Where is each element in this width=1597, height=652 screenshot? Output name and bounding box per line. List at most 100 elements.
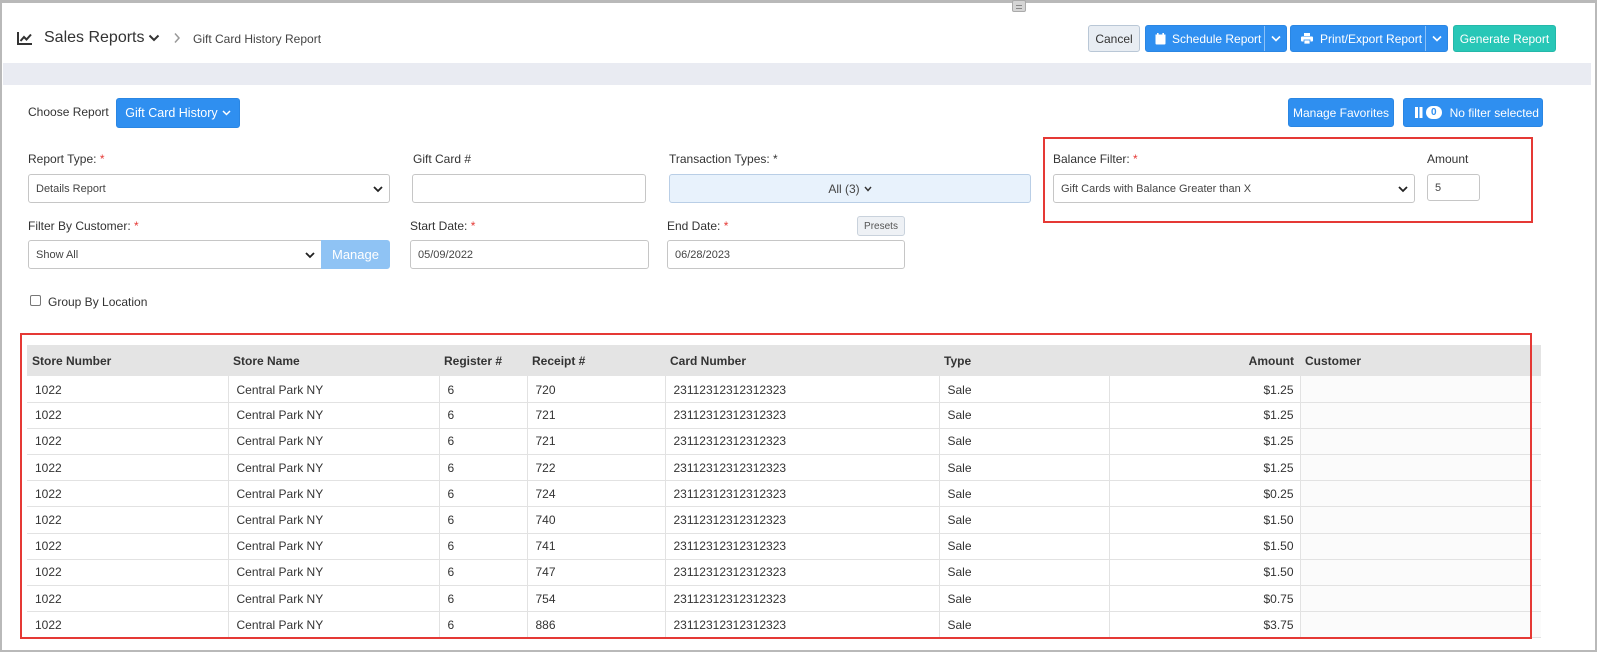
- table-cell: 6: [439, 402, 528, 429]
- table-cell: 1022: [27, 454, 229, 482]
- table-cell: 754: [527, 585, 666, 613]
- table-cell: 747: [527, 559, 666, 587]
- table-cell: Sale: [939, 506, 1110, 534]
- schedule-dropdown-caret-icon[interactable]: [1264, 26, 1286, 51]
- required-mark: *: [723, 219, 729, 233]
- table-cell: 23112312312312323: [665, 506, 940, 534]
- column-header[interactable]: Receipt #: [527, 345, 665, 376]
- manage-customer-button[interactable]: Manage: [321, 240, 390, 269]
- resize-grip-icon[interactable]: [1012, 0, 1026, 12]
- end-date-value: 06/28/2023: [675, 248, 731, 261]
- start-date-input[interactable]: 05/09/2022: [410, 240, 649, 269]
- choose-report-dropdown[interactable]: Gift Card History: [116, 98, 240, 128]
- table-cell: 6: [439, 376, 528, 403]
- filter-status-button[interactable]: 0 No filter selected: [1403, 98, 1543, 127]
- table-cell: 740: [527, 506, 666, 534]
- table-cell: 6: [439, 585, 528, 613]
- table-cell: Central Park NY: [228, 454, 440, 482]
- filter-customer-value: Show All: [36, 248, 79, 261]
- gift-card-input[interactable]: [412, 174, 646, 203]
- report-type-select[interactable]: Details Report: [28, 174, 390, 203]
- report-type-value: Details Report: [36, 182, 106, 195]
- customer-cell-redacted: [1300, 559, 1541, 587]
- table-cell: Central Park NY: [228, 402, 440, 429]
- group-by-location-label[interactable]: Group By Location: [48, 295, 147, 309]
- table-row[interactable]: 1022 Central Park NY 6 740 23112312312312323…: [27, 506, 1541, 534]
- required-mark: *: [134, 219, 139, 233]
- manage-label: Manage: [332, 247, 379, 262]
- table-cell: Central Park NY: [228, 559, 440, 587]
- manage-favorites-button[interactable]: Manage Favorites: [1288, 98, 1394, 127]
- table-cell: 721: [527, 428, 666, 456]
- amount-input[interactable]: 5: [1427, 174, 1480, 201]
- table-row[interactable]: 1022 Central Park NY 6 747 23112312312312323…: [27, 559, 1541, 587]
- table-cell: $1.25: [1109, 402, 1301, 429]
- table-cell: 1022: [27, 480, 229, 508]
- gift-card-label: Gift Card #: [413, 152, 472, 166]
- filter-icon: [1415, 107, 1423, 118]
- chevron-down-icon: [1398, 186, 1408, 193]
- table-cell: Central Park NY: [228, 611, 440, 639]
- schedule-report-button[interactable]: Schedule Report: [1145, 25, 1287, 52]
- filter-customer-select[interactable]: Show All: [28, 240, 322, 269]
- table-cell: $1.25: [1109, 376, 1301, 403]
- column-header[interactable]: Customer: [1300, 345, 1541, 376]
- group-by-location-checkbox[interactable]: [30, 295, 41, 306]
- table-cell: 6: [439, 480, 528, 508]
- chevron-right-icon: [174, 33, 181, 43]
- table-row[interactable]: 1022 Central Park NY 6 722 23112312312312323…: [27, 454, 1541, 482]
- customer-cell-redacted: [1300, 611, 1541, 639]
- table-cell: 6: [439, 533, 528, 560]
- table-cell: 886: [527, 611, 666, 639]
- table-cell: Sale: [939, 533, 1110, 560]
- table-cell: 23112312312312323: [665, 428, 940, 456]
- chevron-down-icon[interactable]: [148, 33, 160, 43]
- table-cell: Central Park NY: [228, 585, 440, 613]
- table-cell: 1022: [27, 428, 229, 456]
- breadcrumb: Gift Card History Report: [193, 32, 322, 46]
- table-header-row: Store Number Store Name Register # Recei…: [27, 345, 1541, 376]
- cancel-button[interactable]: Cancel: [1088, 25, 1140, 52]
- report-type-label: Report Type: *: [28, 152, 105, 166]
- table-cell: 1022: [27, 506, 229, 534]
- transaction-types-dropdown[interactable]: All (3): [669, 174, 1031, 203]
- table-row[interactable]: 1022 Central Park NY 6 724 23112312312312323…: [27, 480, 1541, 508]
- app-title[interactable]: Sales Reports: [44, 29, 145, 47]
- table-cell: Sale: [939, 585, 1110, 613]
- report-type-text: Report Type:: [28, 152, 97, 166]
- end-date-input[interactable]: 06/28/2023: [667, 240, 905, 269]
- table-row[interactable]: 1022 Central Park NY 6 721 23112312312312323…: [27, 428, 1541, 456]
- table-cell: 23112312312312323: [665, 454, 940, 482]
- column-header[interactable]: Amount: [1109, 345, 1300, 376]
- start-date-label: Start Date: *: [410, 219, 475, 233]
- balance-filter-select[interactable]: Gift Cards with Balance Greater than X: [1053, 174, 1415, 203]
- table-cell: 724: [527, 480, 666, 508]
- customer-cell-redacted: [1300, 585, 1541, 613]
- results-table: Store Number Store Name Register # Recei…: [27, 345, 1541, 639]
- end-date-label: End Date: *: [667, 219, 728, 233]
- print-dropdown-caret-icon[interactable]: [1425, 26, 1447, 51]
- table-row[interactable]: 1022 Central Park NY 6 721 23112312312312323…: [27, 402, 1541, 429]
- column-header[interactable]: Card Number: [665, 345, 939, 376]
- print-export-button[interactable]: Print/Export Report: [1290, 25, 1448, 52]
- table-cell: 741: [527, 533, 666, 560]
- column-header[interactable]: Store Name: [228, 345, 439, 376]
- generate-report-button[interactable]: Generate Report: [1453, 25, 1556, 52]
- table-cell: $1.25: [1109, 454, 1301, 482]
- column-header[interactable]: Register #: [439, 345, 527, 376]
- column-header[interactable]: Store Number: [27, 345, 228, 376]
- table-cell: 6: [439, 506, 528, 534]
- table-cell: 720: [527, 376, 666, 403]
- chevron-down-icon: [222, 110, 231, 116]
- presets-button[interactable]: Presets: [857, 216, 905, 236]
- chevron-down-icon: [305, 252, 315, 259]
- table-row[interactable]: 1022 Central Park NY 6 886 23112312312312323…: [27, 611, 1541, 639]
- table-row[interactable]: 1022 Central Park NY 6 720 23112312312312323…: [27, 376, 1541, 403]
- table-cell: 23112312312312323: [665, 559, 940, 587]
- column-header[interactable]: Type: [939, 345, 1109, 376]
- table-cell: $3.75: [1109, 611, 1301, 639]
- table-cell: $1.25: [1109, 428, 1301, 456]
- table-row[interactable]: 1022 Central Park NY 6 754 23112312312312323…: [27, 585, 1541, 613]
- table-row[interactable]: 1022 Central Park NY 6 741 23112312312312323…: [27, 533, 1541, 560]
- transaction-types-value: All (3): [828, 181, 860, 196]
